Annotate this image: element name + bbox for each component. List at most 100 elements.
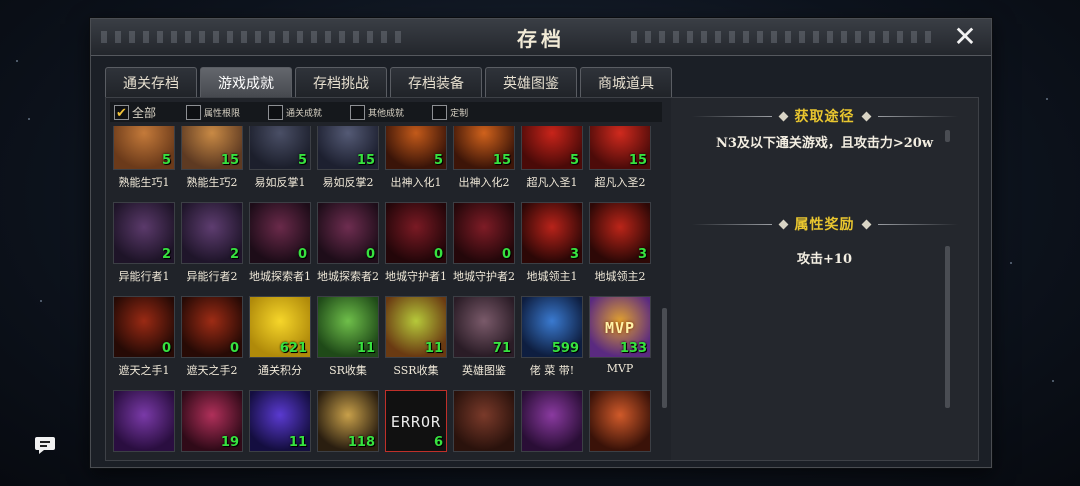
achievement-name: 超鬼 [110, 456, 178, 458]
achievement-item[interactable]: 599 佬 菜 带! [518, 296, 586, 390]
achievement-count: 0 [433, 247, 443, 262]
achievement-icon: 2 [113, 202, 175, 264]
achievement-item[interactable]: 2 异能行者1 [110, 202, 178, 296]
achievement-icon: 11 [249, 390, 311, 452]
close-icon[interactable]: ✕ [951, 23, 979, 51]
achievement-name: 来自深渊 [382, 456, 450, 458]
achievement-count: 6 [433, 435, 443, 450]
achievement-item[interactable]: 19 心跳加速 [178, 390, 246, 458]
achievement-item[interactable]: 621 通关积分 [246, 296, 314, 390]
achievement-item[interactable]: 11 传说! [246, 390, 314, 458]
achievement-name: 遮天之手2 [186, 364, 238, 377]
achievement-item[interactable]: 15 熟能生巧2 [178, 126, 246, 202]
achievement-count: 19 [220, 435, 239, 450]
achievement-icon: 11 [317, 296, 379, 358]
achievement-grid-viewport[interactable]: 5 熟能生巧1 15 熟能生巧2 5 易如反掌1 15 易如反掌2 5 出神入化1 15 出神入化2 5… [110, 126, 658, 458]
achievement-item[interactable]: 3 地城领主1 [518, 202, 586, 296]
filter-3[interactable]: 其他成就 [350, 104, 404, 120]
achievement-icon: 19 [181, 390, 243, 452]
achievement-item[interactable]: 独世高手 [586, 390, 654, 458]
achievement-count: 71 [492, 341, 511, 356]
achievement-item[interactable]: MVP 133 MVP [586, 296, 654, 390]
achievement-icon [113, 390, 175, 452]
checkbox[interactable] [432, 104, 448, 120]
achievement-item[interactable]: 0 地城探索者2 [314, 202, 382, 296]
reward-scrollbar[interactable] [945, 246, 950, 408]
achievement-item[interactable]: 天下第一 [450, 390, 518, 458]
achievement-icon: 0 [385, 202, 447, 264]
checkbox[interactable] [350, 104, 366, 120]
achievement-name: 天下第一 [450, 456, 518, 458]
achievement-count: 0 [501, 247, 511, 262]
achievement-icon [589, 390, 651, 452]
tab-0[interactable]: 通关存档 [105, 67, 197, 98]
achievement-name: 通关积分 [258, 364, 302, 377]
source-scrollbar[interactable] [945, 130, 950, 142]
achievement-item[interactable]: 15 超凡入圣2 [586, 126, 654, 202]
achievement-item[interactable]: 3 地城领主2 [586, 202, 654, 296]
achievement-item[interactable]: 5 超凡入圣1 [518, 126, 586, 202]
achievement-item[interactable]: 0 遮天之手1 [110, 296, 178, 390]
achievement-icon: 5 [113, 126, 175, 170]
achievement-item[interactable]: 5 出神入化1 [382, 126, 450, 202]
achievement-item[interactable]: 0 地城守护者2 [450, 202, 518, 296]
achievement-item[interactable]: 11 SR收集 [314, 296, 382, 390]
achievement-item[interactable]: 0 遮天之手2 [178, 296, 246, 390]
tab-4[interactable]: 英雄图鉴 [485, 67, 577, 98]
achievement-count: 5 [297, 153, 307, 168]
achievement-count: 5 [433, 153, 443, 168]
achievement-item[interactable]: 十大高手 [518, 390, 586, 458]
chat-bubble-icon[interactable] [34, 433, 56, 455]
achievement-item[interactable]: 超鬼 [110, 390, 178, 458]
achievement-name: 地城守护者1 [385, 270, 447, 283]
achievement-icon: 0 [249, 202, 311, 264]
reward-heading-text: 属性奖励 [794, 217, 855, 233]
filter-1[interactable]: 属性根限 [186, 104, 240, 120]
filter-0[interactable]: ✔ 全部 [114, 104, 156, 121]
checkbox[interactable] [268, 104, 284, 120]
achievement-count: 133 [619, 341, 647, 356]
window-title: 存档 [517, 26, 565, 51]
filter-4[interactable]: 定制 [432, 104, 468, 120]
achievement-icon: 5 [385, 126, 447, 170]
checkbox[interactable] [186, 104, 202, 120]
achievement-count: 0 [161, 341, 171, 356]
heading-rule-right [877, 223, 958, 225]
achievement-icon [453, 390, 515, 452]
filter-2[interactable]: 通关成就 [268, 104, 322, 120]
achievement-item[interactable]: 15 出神入化2 [450, 126, 518, 202]
achievement-item[interactable]: ERROR 6 来自深渊 [382, 390, 450, 458]
achievement-count: 5 [161, 153, 171, 168]
achievement-item[interactable]: 15 易如反掌2 [314, 126, 382, 202]
achievement-icon: 11 [385, 296, 447, 358]
tab-1[interactable]: 游戏成就 [200, 67, 292, 98]
achievement-item[interactable]: 5 易如反掌1 [246, 126, 314, 202]
achievement-name: 心跳加速 [178, 456, 246, 458]
achievement-item[interactable]: 11 SSR收集 [382, 296, 450, 390]
achievement-icon: 15 [589, 126, 651, 170]
achievement-name: 传说! [246, 456, 314, 458]
achievement-count: 15 [492, 153, 511, 168]
achievement-icon: 2 [181, 202, 243, 264]
achievement-name: 地城探索者1 [249, 270, 311, 283]
achievement-icon: 0 [317, 202, 379, 264]
achievement-item[interactable]: 2 异能行者2 [178, 202, 246, 296]
achievement-item[interactable]: 118 春节积分 [314, 390, 382, 458]
achievement-name: 地城领主2 [594, 270, 646, 283]
tab-2[interactable]: 存档挑战 [295, 67, 387, 98]
grid-scrollbar[interactable] [662, 308, 667, 408]
achievement-icon: 5 [521, 126, 583, 170]
achievement-item[interactable]: 5 熟能生巧1 [110, 126, 178, 202]
achievement-name: 地城领主1 [526, 270, 578, 283]
tab-5[interactable]: 商城道具 [580, 67, 672, 98]
achievement-name: SR收集 [329, 364, 367, 377]
achievement-item[interactable]: 71 英雄图鉴 [450, 296, 518, 390]
tab-3[interactable]: 存档装备 [390, 67, 482, 98]
achievement-name: 熟能生巧1 [118, 176, 170, 189]
achievement-item[interactable]: 0 地城守护者1 [382, 202, 450, 296]
achievement-count: 15 [628, 153, 647, 168]
checkmark-icon[interactable]: ✔ [114, 104, 129, 121]
achievement-item[interactable]: 0 地城探索者1 [246, 202, 314, 296]
achievement-icon: 118 [317, 390, 379, 452]
heading-rule-left [691, 223, 772, 225]
